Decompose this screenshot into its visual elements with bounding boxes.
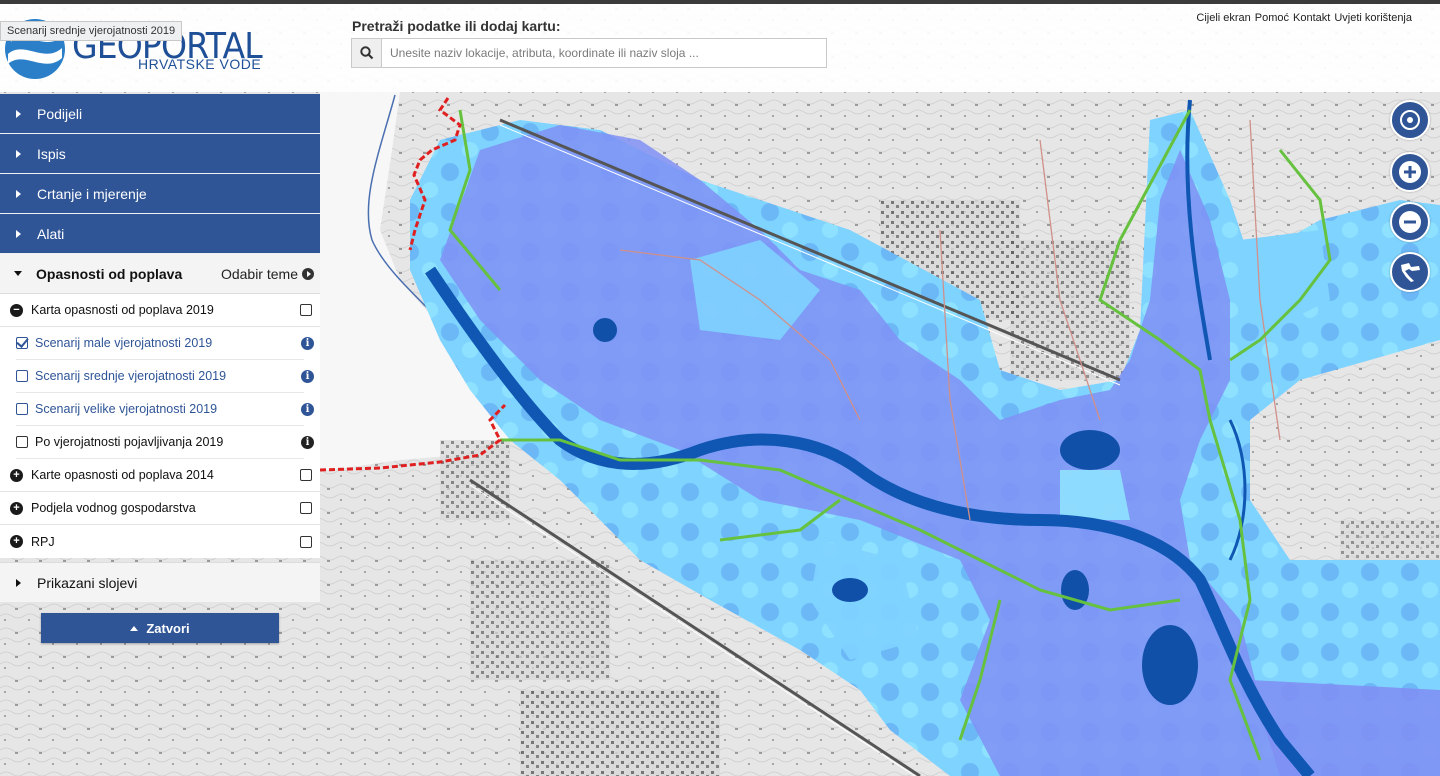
locate-icon — [1400, 110, 1420, 130]
scenario-srednje[interactable]: Scenarij srednje vjerojatnosti 2019 i — [16, 360, 314, 393]
top-links: Cijeli ekran Pomoć Kontakt Uvjeti korišt… — [1196, 12, 1412, 24]
zoom-in-icon — [1399, 161, 1421, 183]
section-ispis[interactable]: Ispis — [0, 134, 320, 174]
group-label: Karte opasnosti od poplava 2014 — [31, 468, 214, 482]
close-panel-button[interactable]: Zatvori — [41, 613, 279, 643]
expand-icon[interactable]: + — [10, 501, 23, 515]
zoom-in-button[interactable] — [1390, 152, 1430, 192]
section-crtanje[interactable]: Crtanje i mjerenje — [0, 174, 320, 214]
search-input[interactable] — [382, 39, 826, 67]
section-label: Prikazani slojevi — [37, 574, 138, 591]
group-label: Karta opasnosti od poplava 2019 — [31, 303, 214, 317]
layer-tree: − Karta opasnosti od poplava 2019 Scenar… — [0, 294, 320, 558]
group-label: RPJ — [31, 534, 55, 549]
section-label: Podijeli — [37, 105, 83, 122]
group-checkbox[interactable] — [300, 502, 312, 514]
caret-down-icon — [14, 271, 22, 276]
close-panel-label: Zatvori — [146, 620, 190, 636]
theme-select-link[interactable]: Odabir teme — [221, 266, 314, 282]
arrow-circle-icon — [302, 268, 314, 280]
scenario-pojavljivanja[interactable]: Po vjerojatnosti pojavljivanja 2019 i — [16, 426, 314, 459]
scenario-checkbox[interactable] — [16, 370, 28, 382]
group-checkbox[interactable] — [300, 535, 312, 548]
theme-select-label: Odabir teme — [220, 266, 298, 282]
scenario-checkbox[interactable] — [16, 403, 28, 415]
collapse-icon[interactable]: − — [10, 303, 23, 317]
link-contact[interactable]: Kontakt — [1293, 12, 1330, 24]
section-alati[interactable]: Alati — [0, 214, 320, 254]
top-bar-line — [0, 0, 1440, 4]
scenario-label: Scenarij velike vjerojatnosti 2019 — [35, 402, 218, 416]
scenario-label: Scenarij male vjerojatnosti 2019 — [35, 336, 213, 350]
tree-group-2019[interactable]: − Karta opasnosti od poplava 2019 — [0, 294, 320, 327]
croatia-extent-button[interactable] — [1390, 252, 1430, 292]
expand-icon[interactable]: + — [10, 468, 23, 482]
scenario-velike[interactable]: Scenarij velike vjerojatnosti 2019 i — [16, 393, 314, 426]
section-title: Opasnosti od poplava — [36, 265, 183, 282]
info-icon[interactable]: i — [301, 336, 314, 350]
search-box — [351, 38, 827, 68]
caret-right-icon — [16, 229, 21, 238]
caret-right-icon — [16, 578, 21, 587]
section-label: Crtanje i mjerenje — [37, 185, 147, 202]
section-opasnosti[interactable]: Opasnosti od poplava Odabir teme — [0, 254, 320, 294]
header: GEOPORTAL HRVATSKE VODE Scenarij srednje… — [0, 4, 1440, 92]
group-checkbox[interactable] — [300, 304, 312, 316]
search-button[interactable] — [352, 39, 382, 67]
locate-button[interactable] — [1390, 100, 1430, 140]
scenario-checkbox[interactable] — [16, 436, 28, 448]
logo-subtitle: HRVATSKE VODE — [138, 56, 262, 72]
tree-group-rpj[interactable]: + RPJ — [0, 525, 320, 558]
link-terms[interactable]: Uvjeti korištenja — [1334, 12, 1412, 24]
group-checkbox[interactable] — [300, 469, 312, 481]
section-label: Ispis — [37, 145, 66, 162]
link-help[interactable]: Pomoć — [1255, 12, 1289, 24]
tree-group-2014[interactable]: + Karte opasnosti od poplava 2014 — [0, 459, 320, 492]
sidebar: Podijeli Ispis Crtanje i mjerenje Alati … — [0, 94, 320, 602]
zoom-out-icon — [1399, 211, 1421, 233]
scenario-label: Po vjerojatnosti pojavljivanja 2019 — [35, 435, 224, 449]
section-prikazani-slojevi[interactable]: Prikazani slojevi — [0, 562, 320, 602]
caret-right-icon — [16, 189, 21, 198]
scenario-label: Scenarij srednje vjerojatnosti 2019 — [35, 369, 227, 383]
section-label: Alati — [37, 225, 65, 242]
scenario-checkbox[interactable] — [16, 337, 28, 349]
search-icon — [359, 46, 373, 60]
zoom-out-button[interactable] — [1390, 202, 1430, 242]
expand-icon[interactable]: + — [10, 535, 23, 548]
info-icon[interactable]: i — [301, 402, 314, 416]
tree-group-podjela[interactable]: + Podjela vodnog gospodarstva — [0, 492, 320, 525]
caret-right-icon — [16, 149, 21, 158]
info-icon[interactable]: i — [301, 369, 314, 383]
croatia-extent-icon — [1401, 263, 1420, 282]
section-podijeli[interactable]: Podijeli — [0, 94, 320, 134]
caret-right-icon — [16, 109, 21, 118]
search-label: Pretraži podatke ili dodaj kartu: — [352, 18, 561, 34]
scenario-male[interactable]: Scenarij male vjerojatnosti 2019 i — [16, 327, 314, 360]
layer-tooltip: Scenarij srednje vjerojatnosti 2019 — [0, 21, 183, 41]
info-icon[interactable]: i — [301, 435, 314, 449]
group-label: Podjela vodnog gospodarstva — [31, 501, 196, 515]
link-fullscreen[interactable]: Cijeli ekran — [1196, 12, 1250, 24]
caret-up-icon — [130, 625, 139, 631]
